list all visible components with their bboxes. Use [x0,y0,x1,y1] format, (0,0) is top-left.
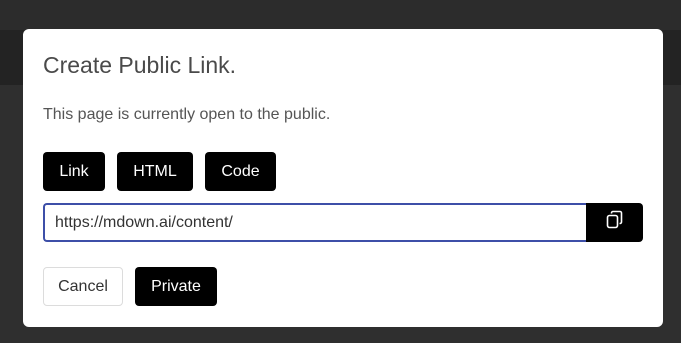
code-format-button[interactable]: Code [205,152,276,191]
public-link-url-input[interactable] [43,203,586,242]
create-public-link-dialog: Create Public Link. This page is current… [23,29,663,327]
cancel-button[interactable]: Cancel [43,267,123,306]
copy-icon [605,210,625,235]
make-private-button[interactable]: Private [135,267,217,306]
dialog-title: Create Public Link. [43,52,237,78]
link-format-button[interactable]: Link [43,152,105,191]
copy-link-button[interactable] [586,203,643,242]
dialog-description: This page is currently open to the publi… [43,106,331,123]
html-format-button[interactable]: HTML [117,152,193,191]
